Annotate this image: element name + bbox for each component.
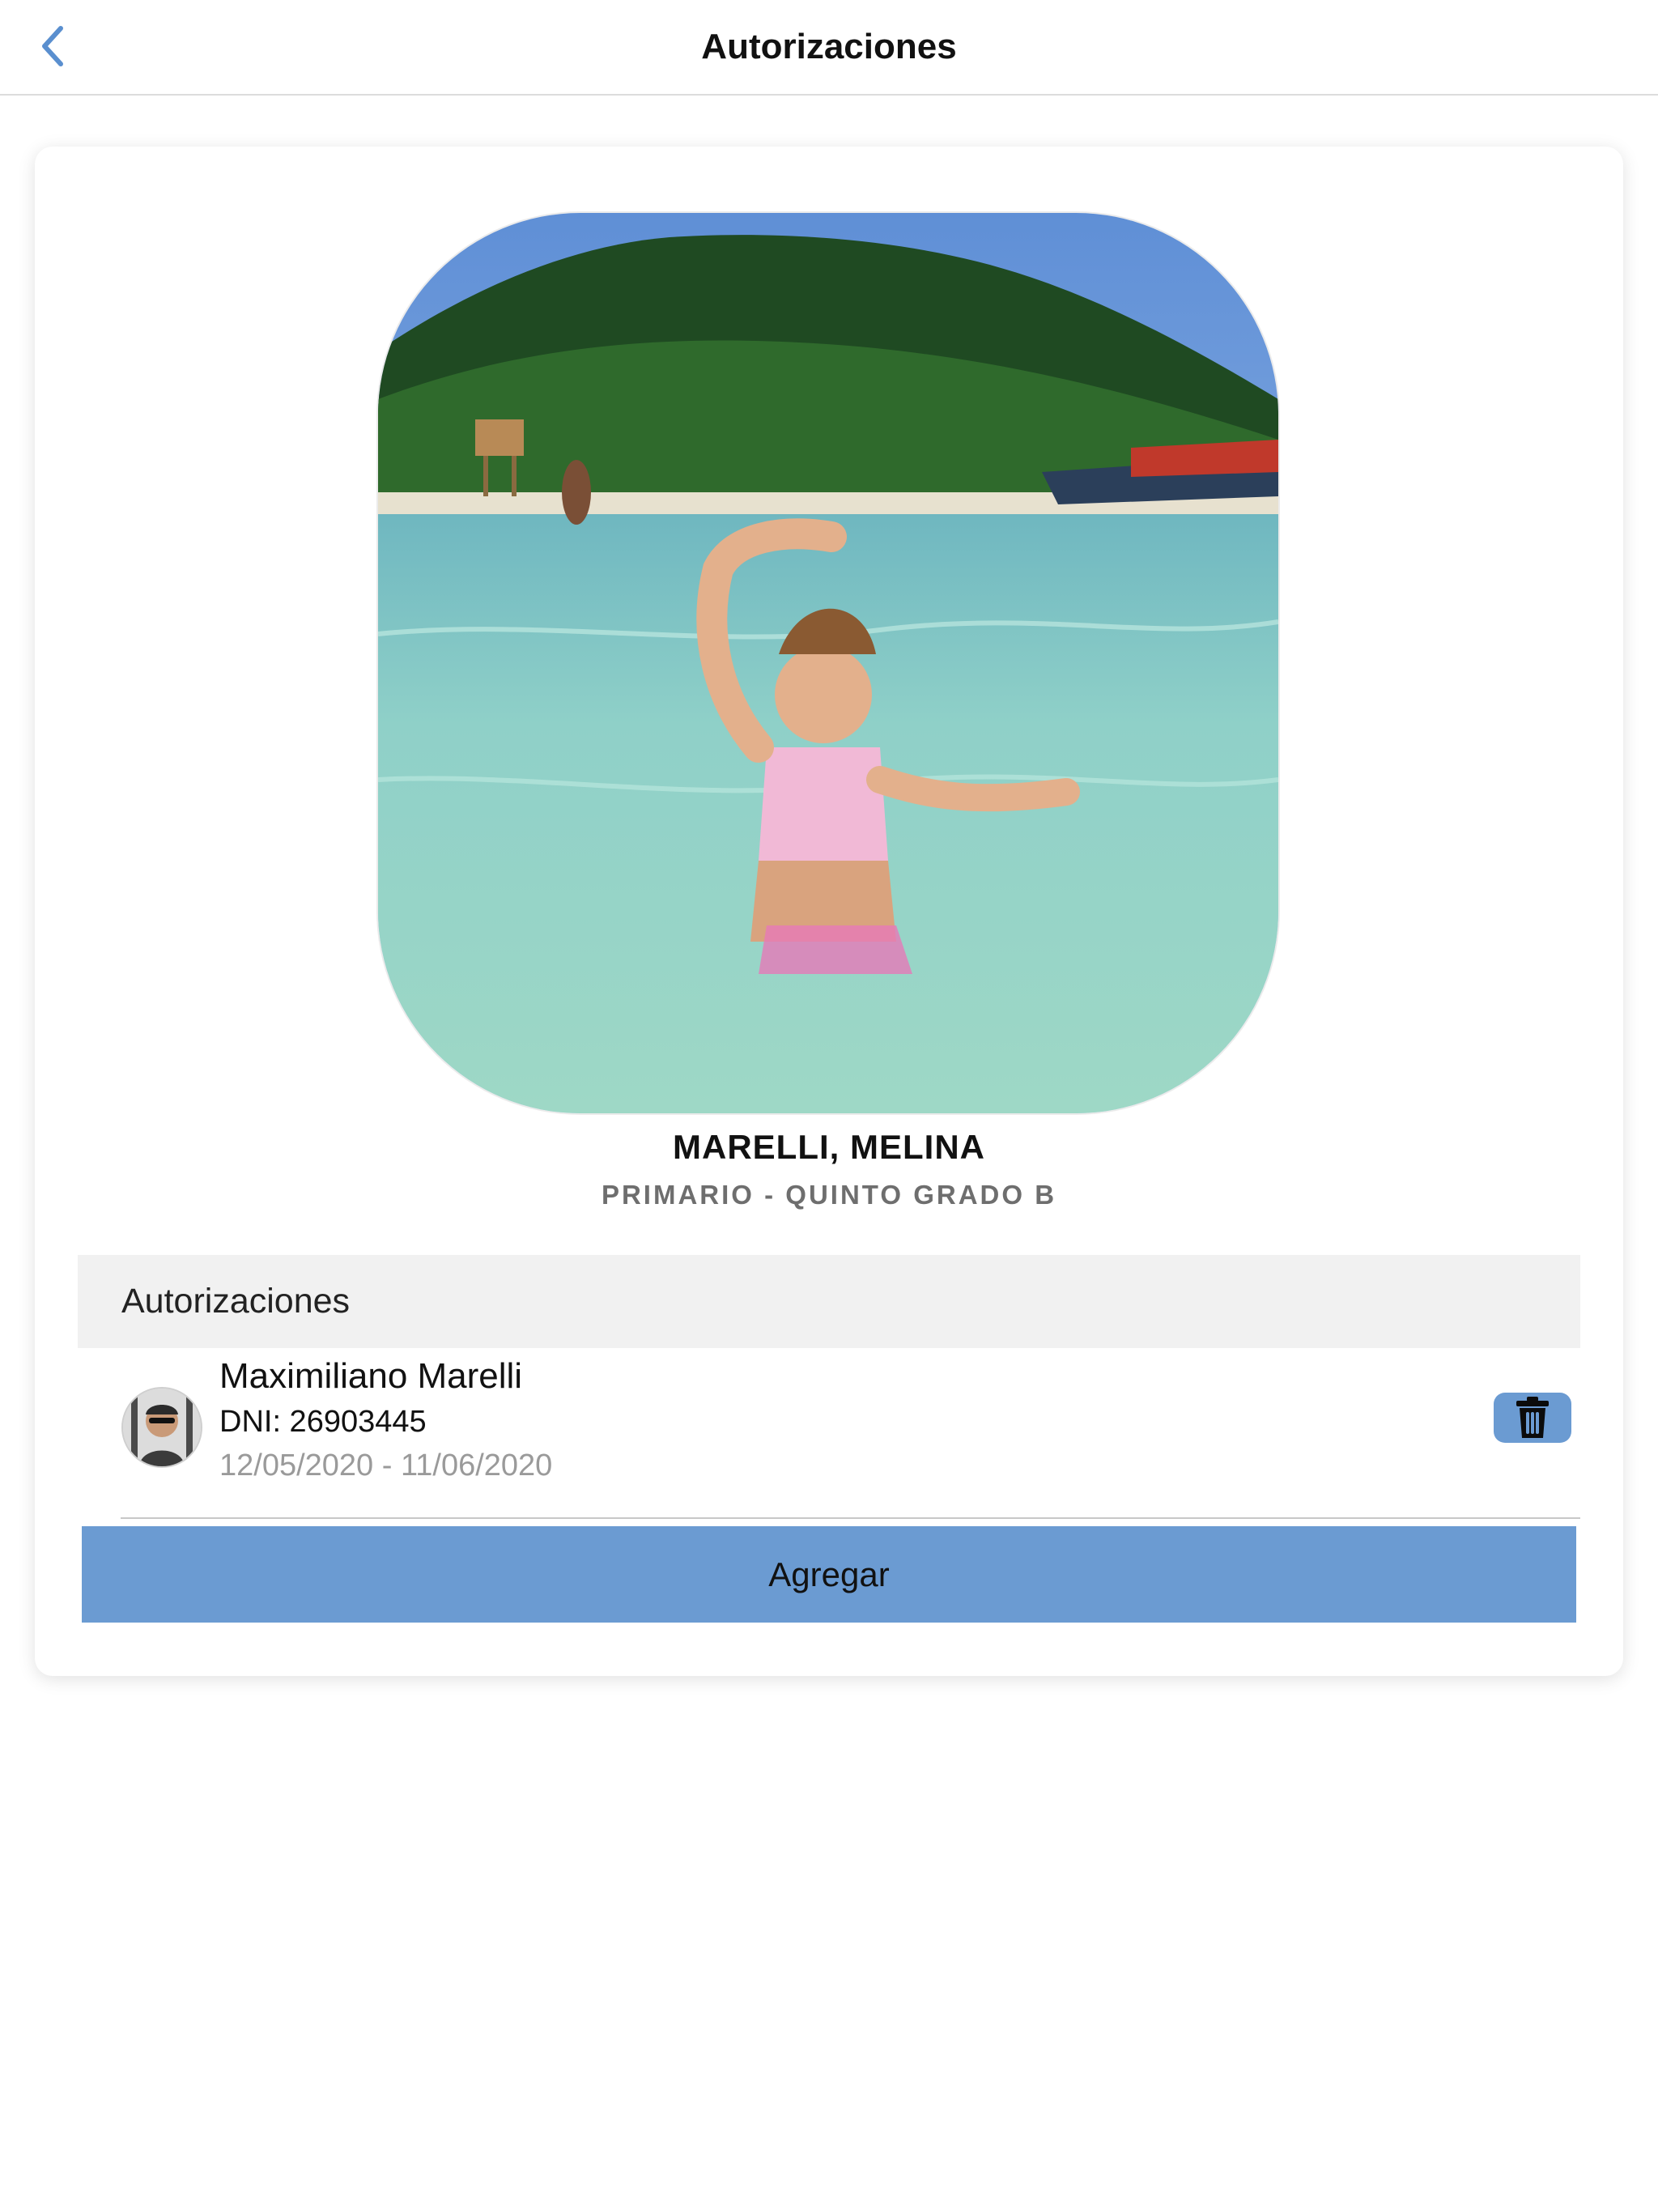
person-dni: DNI: 26903445	[219, 1405, 427, 1439]
person-avatar	[121, 1387, 202, 1468]
navigation-bar: Autorizaciones	[0, 0, 1658, 96]
student-grade-label: PRIMARIO - QUINTO GRADO B	[601, 1180, 1057, 1210]
row-divider	[121, 1517, 1580, 1519]
authorization-row: Maximiliano Marelli DNI: 26903445 12/05/…	[78, 1348, 1580, 1502]
student-photo	[378, 213, 1278, 1113]
authorizations-section-header: Autorizaciones	[78, 1255, 1580, 1348]
trash-icon	[1516, 1397, 1549, 1438]
page-title: Autorizaciones	[701, 27, 957, 66]
student-name: MARELLI, MELINA	[673, 1128, 985, 1166]
person-name: Maximiliano Marelli	[219, 1356, 523, 1396]
student-card: MARELLI, MELINA PRIMARIO - QUINTO GRADO …	[35, 147, 1623, 1676]
section-title: Autorizaciones	[121, 1282, 351, 1321]
delete-authorization-button[interactable]	[1494, 1393, 1571, 1443]
authorization-date-range: 12/05/2020 - 11/06/2020	[219, 1448, 553, 1482]
add-authorization-button[interactable]: Agregar	[82, 1526, 1576, 1623]
